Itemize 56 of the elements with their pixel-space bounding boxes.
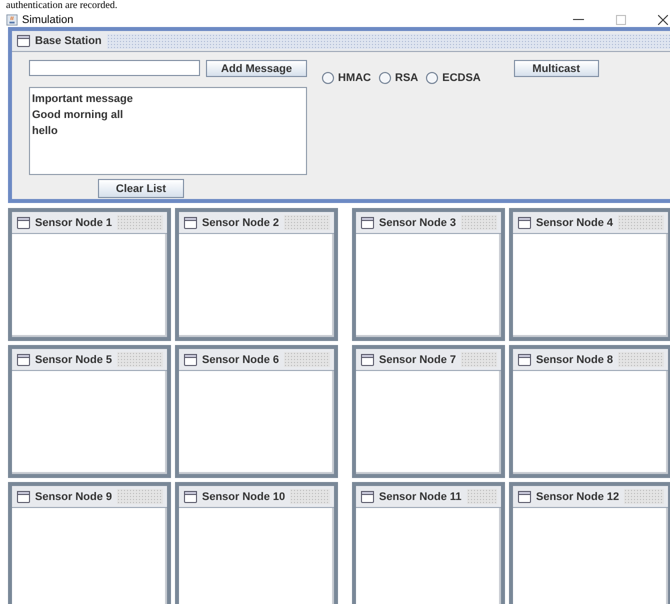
frame-title: Sensor Node 4 (536, 216, 614, 228)
message-item[interactable]: Good morning all (32, 107, 304, 123)
title-bar-texture (117, 215, 163, 230)
frame-title: Sensor Node 9 (35, 490, 112, 502)
close-icon[interactable] (658, 14, 668, 24)
radio-button[interactable] (426, 72, 438, 84)
radio-label: HMAC (338, 72, 371, 84)
title-bar-texture (284, 215, 330, 230)
window-icon (184, 354, 197, 366)
window-icon (17, 35, 30, 47)
add-message-button[interactable]: Add Message (206, 60, 307, 77)
window-icon (518, 490, 531, 502)
window-icon (184, 216, 197, 228)
radio-button[interactable] (322, 72, 334, 84)
title-bar-texture (284, 352, 330, 367)
frame-title: Sensor Node 7 (379, 354, 456, 366)
title-bar-texture (117, 489, 163, 504)
frame-title: Base Station (35, 35, 102, 47)
minimize-icon[interactable] (573, 18, 584, 20)
title-bar-texture (461, 215, 497, 230)
frame-title: Sensor Node 1 (35, 216, 112, 228)
window-title: Simulation (22, 14, 74, 26)
window-icon (518, 216, 531, 228)
frame-title: Sensor Node 10 (202, 490, 286, 502)
message-item[interactable]: Important message (32, 91, 304, 107)
frame-title: Sensor Node 11 (379, 490, 462, 502)
window-icon (17, 354, 30, 366)
frame-title: Sensor Node 12 (536, 490, 620, 502)
frame-title: Sensor Node 3 (379, 216, 456, 228)
title-bar-texture (117, 352, 163, 367)
message-item[interactable]: hello (32, 123, 304, 139)
window-icon (184, 490, 197, 502)
window-icon (518, 354, 531, 366)
title-bar-texture (466, 489, 497, 504)
frame-title: Sensor Node 8 (536, 354, 614, 366)
title-bar-texture (618, 352, 664, 367)
window-icon (361, 490, 374, 502)
multicast-button[interactable]: Multicast (514, 60, 599, 77)
document-text: authentication are recorded. (6, 0, 118, 12)
title-bar-texture (290, 489, 330, 504)
window-icon (361, 216, 374, 228)
title-bar-texture (461, 352, 497, 367)
message-field[interactable] (29, 60, 200, 76)
title-bar-texture (624, 489, 664, 504)
frame-title: Sensor Node 5 (35, 354, 112, 366)
radio-button[interactable] (379, 72, 391, 84)
clear-list-button[interactable]: Clear List (98, 179, 184, 198)
cup-icon (6, 14, 18, 26)
frame-title: Sensor Node 2 (202, 216, 280, 228)
frame-title: Sensor Node 6 (202, 354, 280, 366)
window-icon (17, 490, 30, 502)
radio-label: RSA (395, 72, 418, 84)
radio-label: ECDSA (442, 72, 481, 84)
window-icon (17, 216, 30, 228)
title-bar-texture (618, 215, 664, 230)
window-icon (361, 354, 374, 366)
